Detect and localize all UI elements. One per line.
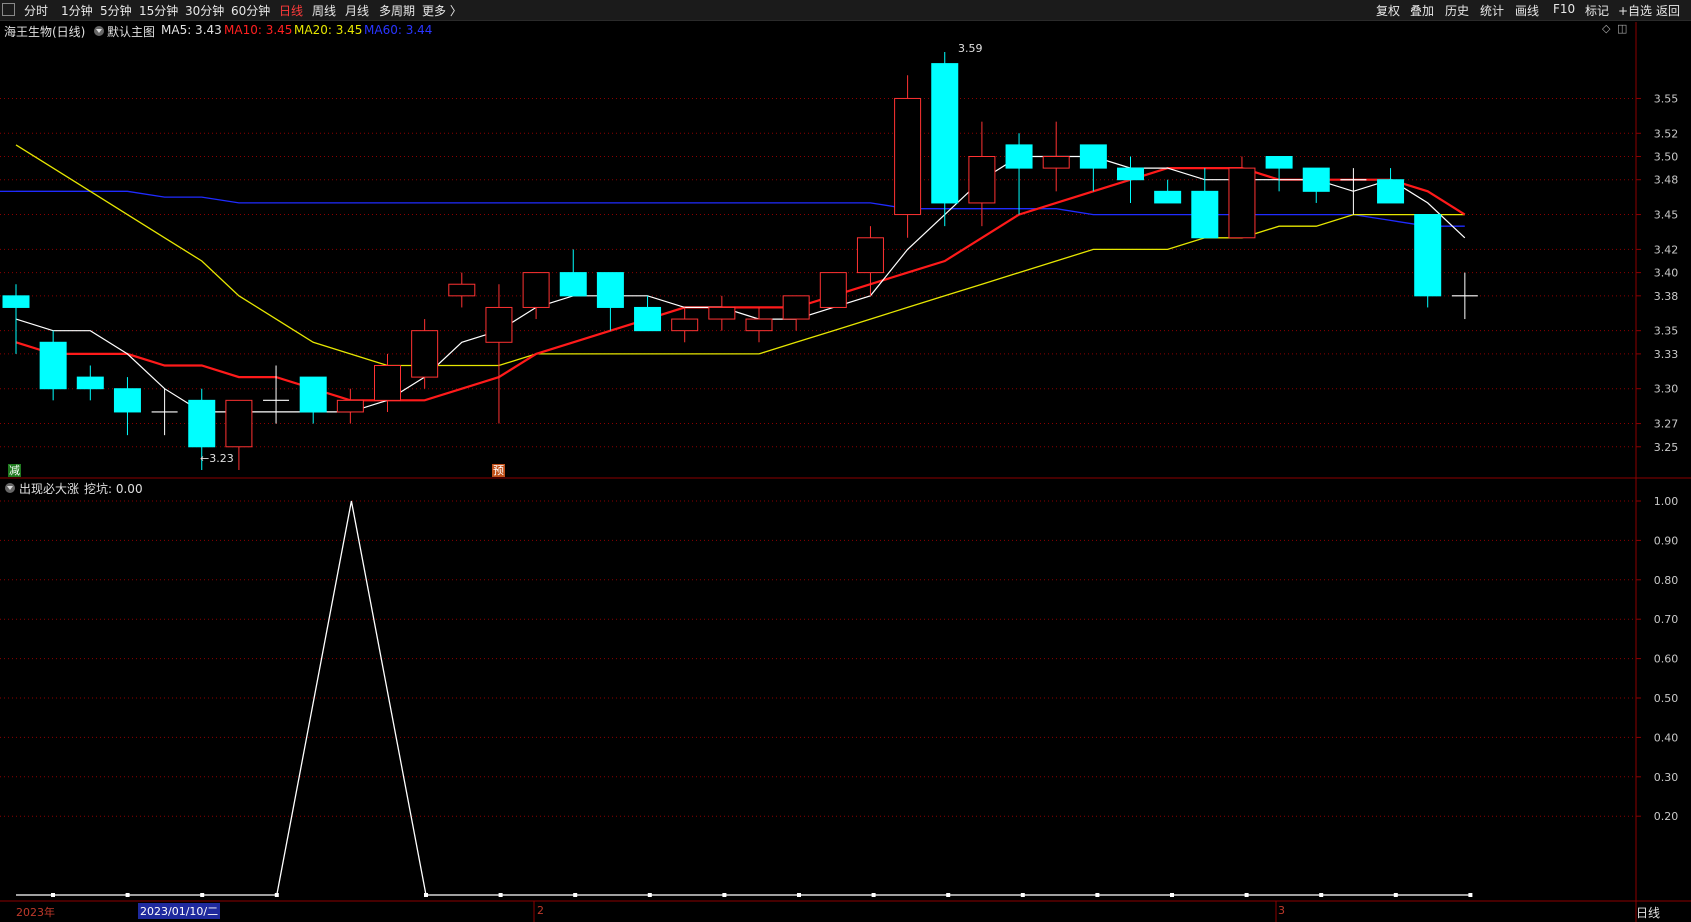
ma10-value: MA10: 3.45 bbox=[224, 23, 293, 37]
candle-body-17 bbox=[634, 306, 662, 332]
sub-tick-label-8: 0.20 bbox=[1654, 810, 1679, 823]
sub-tick-label-1: 0.90 bbox=[1654, 534, 1679, 547]
sub-tick-label-0: 1.00 bbox=[1654, 495, 1679, 508]
sub-tick-label-6: 0.40 bbox=[1654, 731, 1679, 744]
candle-body-19 bbox=[708, 306, 736, 320]
sub-indicator-point-5 bbox=[424, 893, 428, 897]
candle-body-12 bbox=[448, 283, 476, 297]
candle-body-16 bbox=[596, 272, 624, 308]
price-tick-label-4: 3.45 bbox=[1654, 209, 1679, 222]
stock-title: 海王生物(日线) bbox=[4, 25, 86, 39]
candle-body-29 bbox=[1079, 144, 1107, 169]
cursor-date: 2023/01/10/二 bbox=[138, 903, 221, 919]
sub-indicator-value: 挖坑: 0.00 bbox=[84, 482, 143, 496]
candle-body-30 bbox=[1117, 167, 1144, 181]
candle-body-20 bbox=[745, 318, 773, 332]
month-label-2: 2 bbox=[537, 904, 544, 917]
price-tick-label-6: 3.40 bbox=[1654, 267, 1679, 280]
ma5-value: MA5: 3.43 bbox=[161, 23, 222, 37]
sub-indicator-point-11 bbox=[871, 893, 876, 897]
candle-body-14 bbox=[522, 272, 550, 308]
sub-tick-label-4: 0.60 bbox=[1654, 653, 1679, 666]
candle-body-23 bbox=[856, 237, 884, 274]
candle-body-34 bbox=[1265, 156, 1293, 169]
price-tick-label-0: 3.55 bbox=[1654, 92, 1679, 105]
candle-body-35 bbox=[1302, 167, 1330, 192]
sub-indicator-toggle-icon[interactable] bbox=[5, 483, 15, 493]
price-tick-label-7: 3.38 bbox=[1654, 290, 1679, 303]
candle-body-26 bbox=[968, 156, 996, 204]
sub-indicator-point-10 bbox=[797, 893, 801, 897]
kline-chart: 3.55 3.52 3.50 3.48 3.45 3.42 3.40 3.38 3.35 3.33… bbox=[0, 22, 1691, 922]
candle-body-1 bbox=[39, 341, 67, 390]
price-tick-label-2: 3.50 bbox=[1654, 151, 1679, 164]
candle-body-25 bbox=[931, 63, 959, 204]
candle-body-2 bbox=[76, 376, 104, 390]
sub-indicator-point-6 bbox=[498, 893, 503, 897]
signal-badge-forecast[interactable]: 预 bbox=[492, 464, 505, 477]
period-label: 日线 bbox=[1636, 906, 1661, 920]
candle-body-32 bbox=[1191, 190, 1219, 239]
ma60-value: MA60: 3.44 bbox=[364, 23, 433, 37]
price-tick-label-5: 3.42 bbox=[1654, 243, 1679, 256]
window-icon[interactable]: ◫ bbox=[1617, 22, 1627, 35]
candle-body-6 bbox=[225, 399, 253, 448]
sub-indicator-point-3 bbox=[274, 893, 279, 897]
sub-indicator-name[interactable]: 出现必大涨 bbox=[19, 480, 79, 497]
candle-body-9 bbox=[336, 399, 364, 413]
candle-body-37 bbox=[1377, 179, 1405, 204]
sub-indicator-point-17 bbox=[1319, 893, 1324, 897]
year-label: 2023年 bbox=[16, 906, 55, 919]
indicator-name[interactable]: 默认主图 bbox=[107, 23, 155, 40]
sub-tick-label-5: 0.50 bbox=[1654, 692, 1679, 705]
sub-indicator-point-19 bbox=[1468, 893, 1473, 897]
price-tick-label-9: 3.33 bbox=[1654, 348, 1679, 361]
sub-tick-label-3: 0.70 bbox=[1654, 613, 1679, 626]
sub-indicator-point-7 bbox=[573, 893, 578, 897]
sub-indicator-point-12 bbox=[946, 893, 951, 897]
candle-body-22 bbox=[819, 272, 847, 308]
candle-body-31 bbox=[1154, 190, 1182, 204]
candle-body-13 bbox=[485, 306, 513, 343]
ma20-value: MA20: 3.45 bbox=[294, 23, 363, 37]
candle-body-11 bbox=[411, 330, 439, 378]
sub-indicator-point-1 bbox=[125, 893, 130, 897]
candle-body-8 bbox=[299, 376, 327, 413]
high-price-label: 3.59 bbox=[958, 42, 983, 55]
candle-body-33 bbox=[1228, 167, 1256, 239]
candle-body-24 bbox=[894, 97, 922, 216]
candle-body-0 bbox=[2, 295, 30, 308]
candle-body-10 bbox=[374, 365, 401, 401]
sub-indicator-point-13 bbox=[1020, 893, 1025, 897]
candle-body-3 bbox=[113, 388, 141, 413]
candle-body-5 bbox=[188, 399, 216, 448]
candle-body-21 bbox=[782, 295, 810, 320]
candle-body-15 bbox=[559, 272, 587, 297]
sub-indicator-point-8 bbox=[647, 893, 652, 897]
candle-body-27 bbox=[1005, 144, 1033, 169]
sub-indicator-point-2 bbox=[200, 893, 205, 897]
sub-indicator-point-9 bbox=[722, 893, 727, 897]
month-label-3: 3 bbox=[1278, 904, 1285, 917]
sub-indicator-point-18 bbox=[1393, 893, 1398, 897]
price-tick-label-3: 3.48 bbox=[1654, 174, 1679, 187]
candle-body-28 bbox=[1042, 156, 1070, 169]
price-tick-label-12: 3.25 bbox=[1654, 441, 1679, 454]
sub-indicator-point-14 bbox=[1095, 893, 1100, 897]
candle-body-38 bbox=[1414, 214, 1442, 297]
sub-indicator-point-16 bbox=[1244, 893, 1249, 897]
price-tick-label-11: 3.27 bbox=[1654, 418, 1679, 431]
price-tick-label-1: 3.52 bbox=[1654, 127, 1679, 140]
sub-indicator-point-15 bbox=[1170, 893, 1174, 897]
sub-indicator-line bbox=[53, 500, 1471, 896]
signal-badge-reduce[interactable]: 减 bbox=[8, 464, 21, 477]
sub-tick-label-7: 0.30 bbox=[1654, 771, 1679, 784]
diamond-icon[interactable]: ◇ bbox=[1602, 22, 1610, 35]
low-price-label: ←3.23 bbox=[200, 452, 234, 465]
price-tick-label-10: 3.30 bbox=[1654, 383, 1679, 396]
sub-tick-label-2: 0.80 bbox=[1654, 574, 1679, 587]
indicator-toggle-icon[interactable] bbox=[94, 26, 104, 36]
candle-body-18 bbox=[671, 318, 699, 332]
price-tick-label-8: 3.35 bbox=[1654, 325, 1679, 338]
